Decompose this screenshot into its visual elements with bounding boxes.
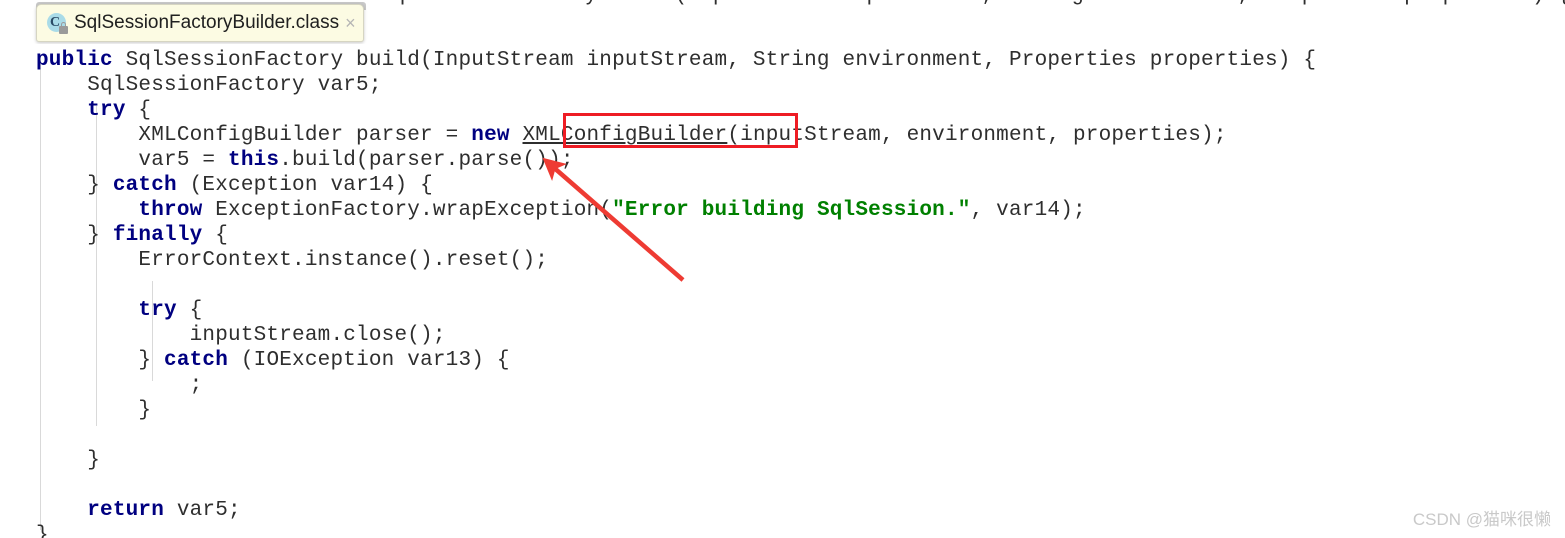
code-keyword: public bbox=[36, 49, 126, 72]
code-text: ExceptionFactory.wrapException( bbox=[202, 199, 613, 222]
code-text: } bbox=[36, 449, 101, 472]
code-keyword: throw bbox=[138, 199, 203, 222]
code-text: ; bbox=[36, 374, 203, 397]
code-line: } bbox=[36, 448, 1316, 473]
code-line: public SqlSessionFactory build(InputStre… bbox=[36, 48, 1316, 73]
code-text: } bbox=[36, 399, 152, 422]
code-line: } finally { bbox=[36, 223, 1316, 248]
code-line: XMLConfigBuilder parser = new XMLConfigB… bbox=[36, 123, 1316, 148]
code-text: SqlSessionFactory var5; bbox=[36, 74, 382, 97]
lock-icon bbox=[59, 22, 68, 34]
code-highlighted-token: XMLConfigBuilder bbox=[522, 124, 728, 147]
code-text: (IOException var13) { bbox=[228, 349, 510, 372]
code-text: inputStream.close(); bbox=[36, 324, 446, 347]
code-keyword: try bbox=[138, 299, 177, 322]
code-text: (inputStream, environment, properties); bbox=[727, 124, 1227, 147]
code-line: ErrorContext.instance().reset(); bbox=[36, 248, 1316, 273]
java-class-file-icon: C bbox=[47, 12, 69, 34]
code-keyword: catch bbox=[112, 174, 177, 197]
code-text: } bbox=[36, 349, 165, 372]
code-text: { bbox=[125, 99, 152, 122]
code-text: (Exception var14) { bbox=[176, 174, 433, 197]
code-line: inputStream.close(); bbox=[36, 323, 1316, 348]
code-text: { bbox=[176, 299, 203, 322]
code-text: SqlSessionFactory build(InputStream inpu… bbox=[125, 49, 1317, 72]
code-line: } bbox=[36, 523, 1316, 538]
source-code[interactable]: public SqlSessionFactory build(InputStre… bbox=[36, 48, 1316, 538]
code-line: SqlSessionFactory var5; bbox=[36, 73, 1316, 98]
code-editor[interactable]: public SqlSessionFactory build(InputStre… bbox=[0, 44, 1565, 538]
code-line: } catch (IOException var13) { bbox=[36, 348, 1316, 373]
close-icon[interactable]: × bbox=[345, 14, 356, 32]
code-text: var5 = bbox=[36, 149, 229, 172]
code-text: XMLConfigBuilder parser = bbox=[36, 124, 472, 147]
code-text: } bbox=[36, 174, 113, 197]
csdn-watermark: CSDN @猫咪很懒 bbox=[1412, 510, 1551, 529]
code-line: try { bbox=[36, 98, 1316, 123]
code-text: .build(parser.parse()); bbox=[279, 149, 574, 172]
code-text: var5; bbox=[164, 499, 241, 522]
code-line: var5 = this.build(parser.parse()); bbox=[36, 148, 1316, 173]
editor-tab-sqlsessionfactorybuilder[interactable]: C SqlSessionFactoryBuilder.class × bbox=[36, 4, 364, 42]
tab-title: SqlSessionFactoryBuilder.class bbox=[74, 12, 340, 33]
code-keyword: return bbox=[87, 499, 165, 522]
code-line: } bbox=[36, 398, 1316, 423]
editor-tab-strip: C SqlSessionFactoryBuilder.class × bbox=[0, 0, 1565, 44]
code-text: ErrorContext.instance().reset(); bbox=[36, 249, 549, 272]
code-line: ; bbox=[36, 373, 1316, 398]
code-string: "Error building SqlSession." bbox=[612, 199, 971, 222]
code-line: } catch (Exception var14) { bbox=[36, 173, 1316, 198]
code-keyword: finally bbox=[112, 224, 203, 247]
code-keyword: new bbox=[471, 124, 510, 147]
code-line: return var5; bbox=[36, 498, 1316, 523]
code-line: throw ExceptionFactory.wrapException("Er… bbox=[36, 198, 1316, 223]
code-keyword: this bbox=[228, 149, 280, 172]
code-keyword: try bbox=[87, 99, 126, 122]
code-text: } bbox=[36, 524, 49, 538]
code-text: , var14); bbox=[970, 199, 1086, 222]
code-keyword: catch bbox=[164, 349, 229, 372]
code-text: } bbox=[36, 224, 113, 247]
code-line: try { bbox=[36, 298, 1316, 323]
code-text: { bbox=[202, 224, 229, 247]
